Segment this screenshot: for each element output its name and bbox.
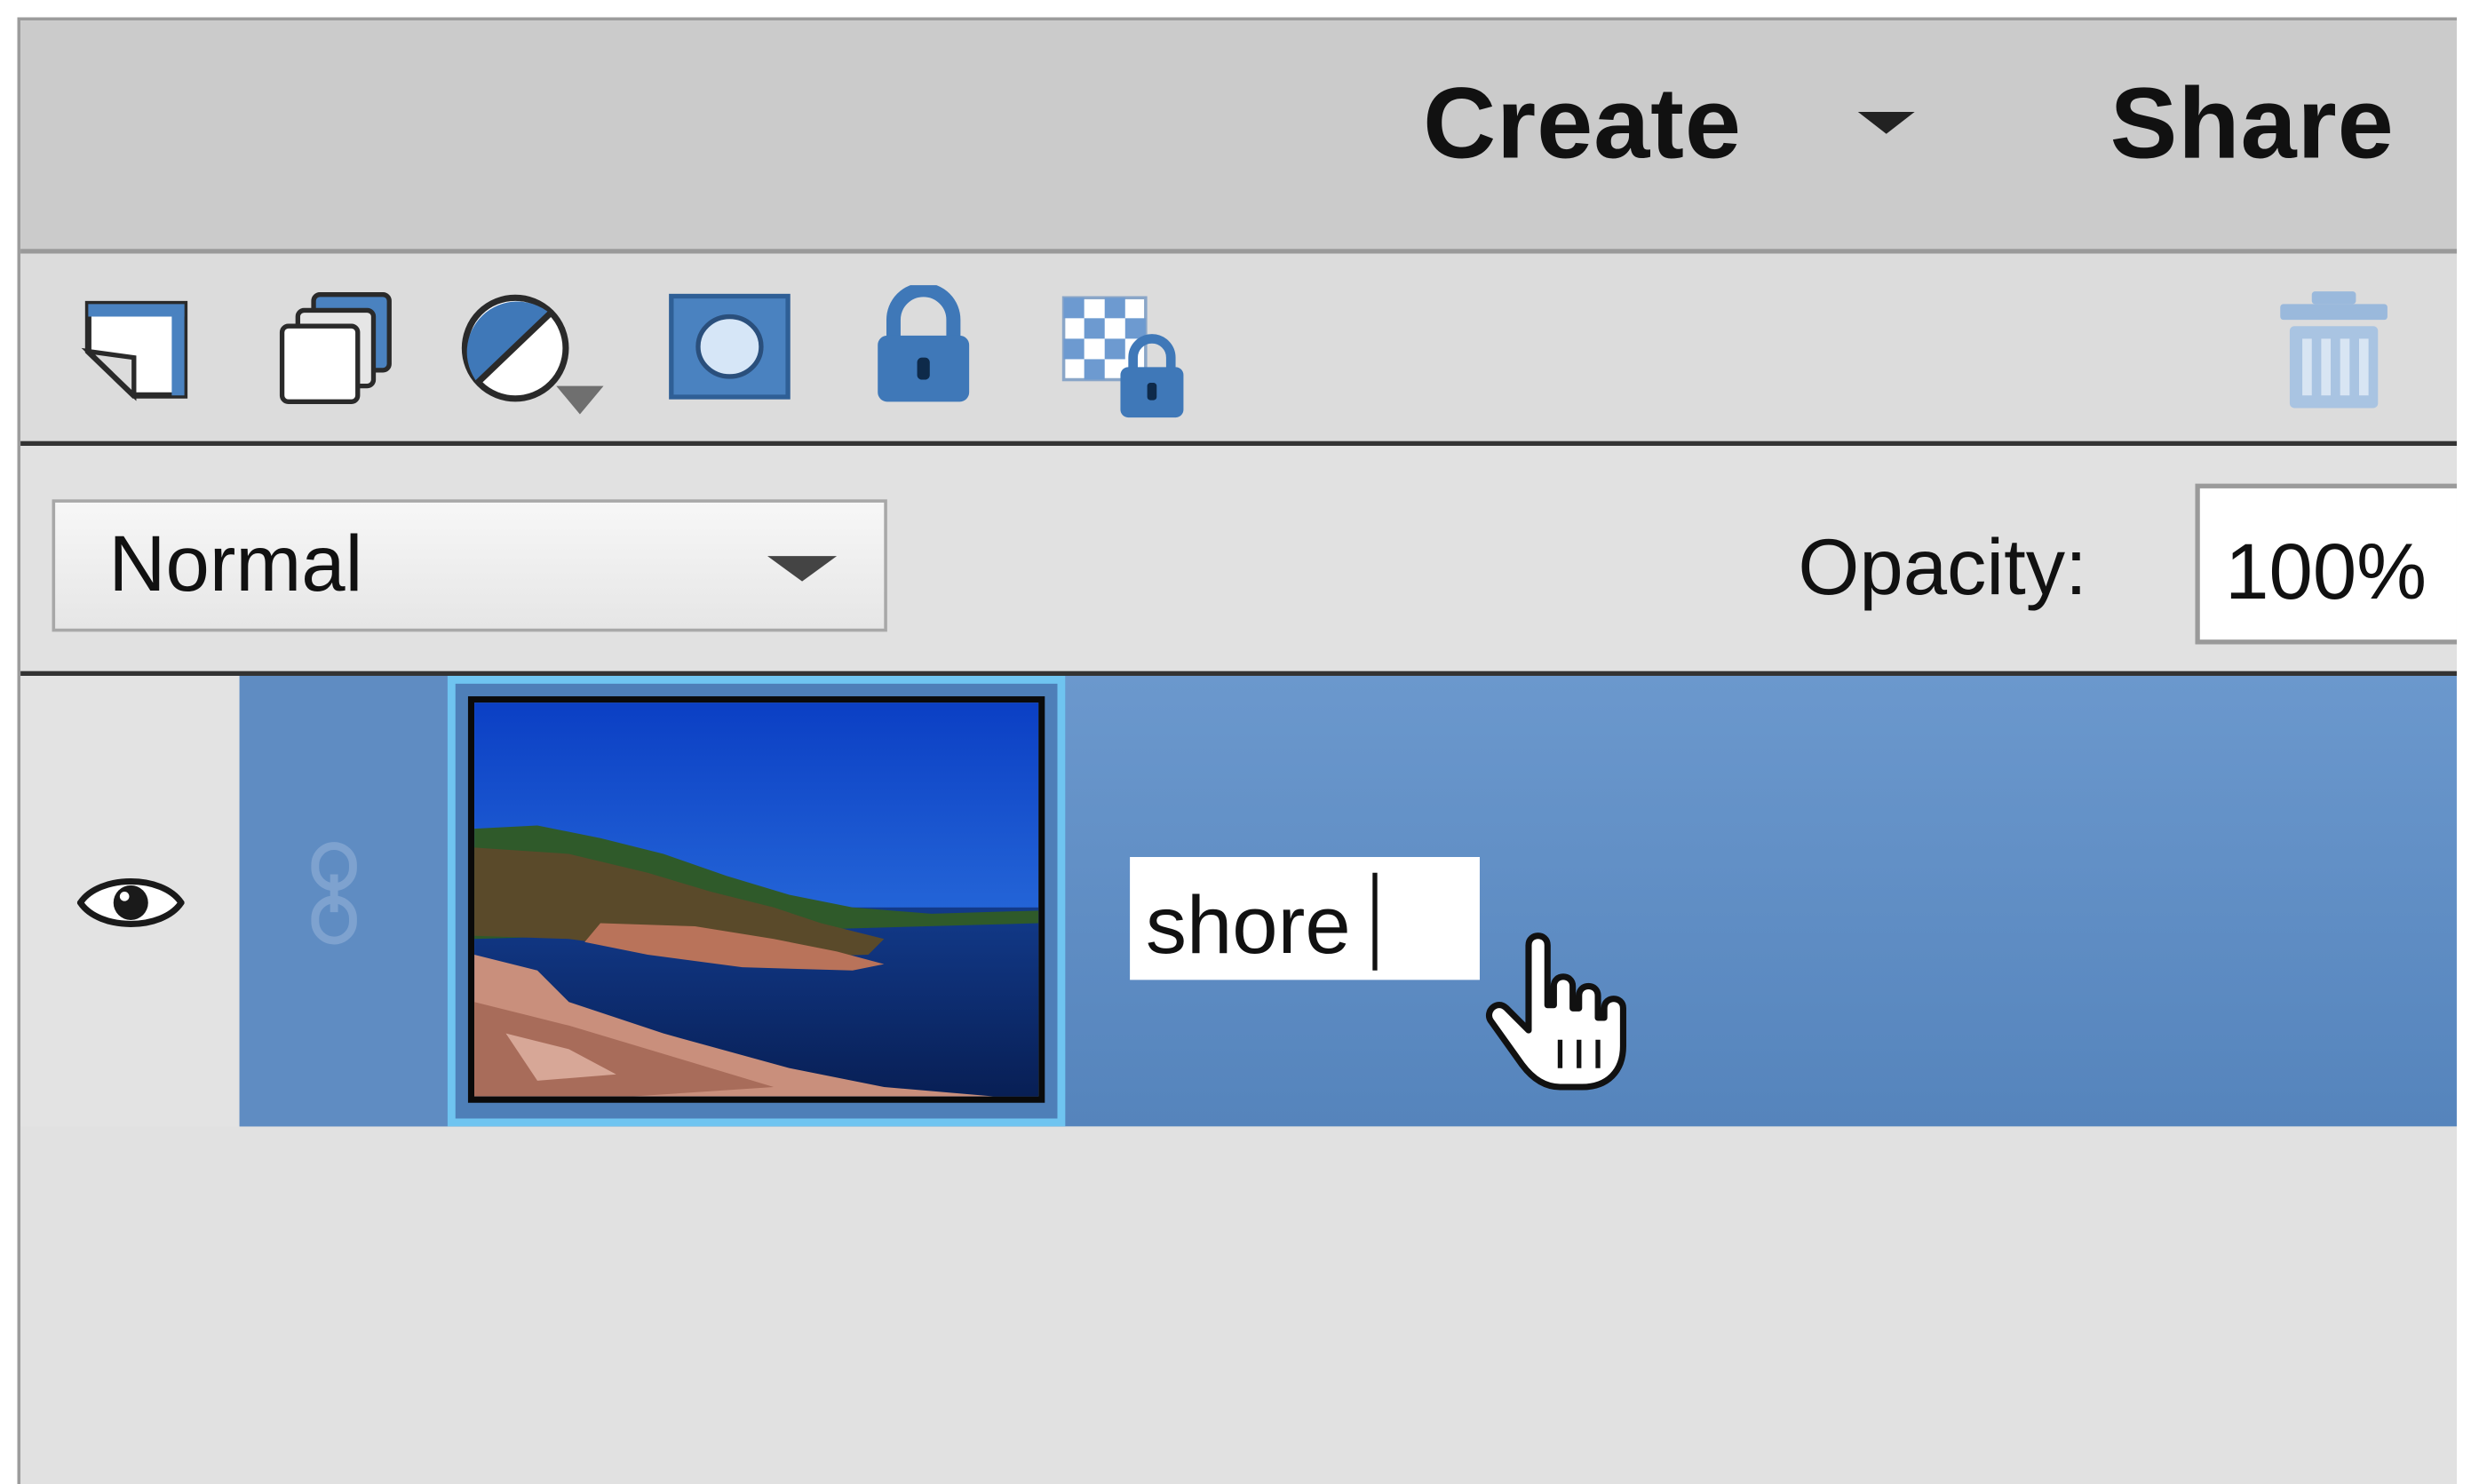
create-menu-button[interactable]: Create bbox=[1423, 65, 1742, 181]
layer-link-cell[interactable] bbox=[239, 676, 448, 1127]
duplicate-layers-icon[interactable] bbox=[273, 289, 399, 409]
layer-visibility-toggle[interactable] bbox=[20, 676, 240, 1127]
eye-icon bbox=[76, 878, 185, 927]
chevron-down-icon bbox=[767, 556, 838, 582]
adjustment-layer-icon[interactable] bbox=[456, 289, 629, 425]
blend-mode-value: Normal bbox=[108, 520, 363, 608]
blend-mode-select[interactable]: Normal bbox=[52, 499, 887, 632]
layers-toolbar bbox=[20, 253, 2457, 447]
link-icon bbox=[311, 842, 357, 945]
opacity-label: Opacity: bbox=[1798, 522, 2087, 612]
blend-options-row: Normal Opacity: 100% bbox=[20, 446, 2457, 677]
layer-mask-icon[interactable] bbox=[666, 291, 792, 401]
lock-all-icon[interactable] bbox=[871, 285, 975, 408]
layer-thumbnail bbox=[467, 696, 1045, 1103]
layer-thumbnail-frame[interactable] bbox=[447, 676, 1066, 1127]
layers-list: shore bbox=[20, 676, 2457, 1484]
new-layer-icon[interactable] bbox=[80, 295, 194, 405]
layer-selected-body[interactable]: shore bbox=[239, 676, 2457, 1127]
layer-name-value: shore bbox=[1145, 880, 1351, 972]
trash-icon[interactable] bbox=[2274, 289, 2394, 415]
layers-panel: Create Share Normal Opacity: 100% shore bbox=[17, 17, 2457, 1484]
opacity-value: 100% bbox=[2225, 528, 2427, 616]
opacity-field[interactable]: 100% bbox=[2195, 483, 2457, 645]
share-menu-button[interactable]: Share bbox=[2110, 65, 2395, 181]
layer-row[interactable]: shore bbox=[20, 676, 2457, 1127]
text-caret bbox=[1372, 872, 1378, 971]
layer-name-input[interactable]: shore bbox=[1130, 857, 1480, 980]
top-menu-bar: Create Share bbox=[20, 20, 2457, 254]
lock-transparency-icon[interactable] bbox=[1061, 295, 1189, 421]
screenshot-stage: Create Share Normal Opacity: 100% shore bbox=[0, 0, 2471, 1484]
create-dropdown-arrow-icon[interactable] bbox=[1857, 111, 1915, 134]
